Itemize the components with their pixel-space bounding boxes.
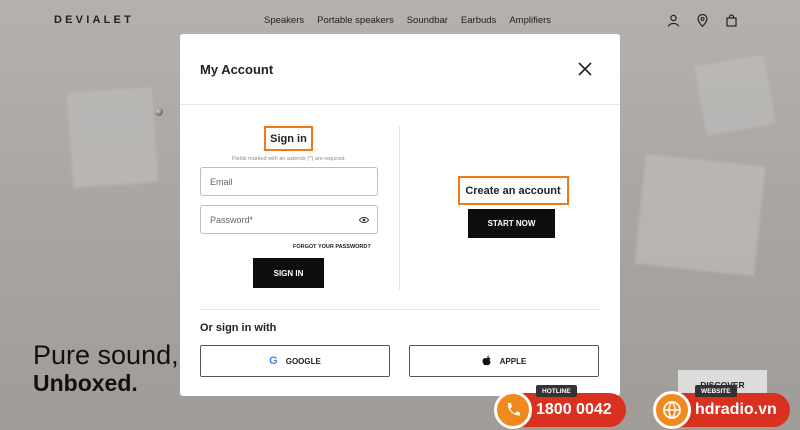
hotline-number: 1800 0042 (536, 401, 612, 418)
hero-headline: Pure sound, (33, 340, 179, 370)
forgot-password-link[interactable]: FORGOT YOUR PASSWORD? (293, 244, 371, 250)
phone-icon (494, 391, 532, 429)
start-now-button[interactable]: START NOW (468, 209, 555, 238)
nav-link-earbuds[interactable]: Earbuds (461, 15, 496, 26)
website-tag: WEBSITE (695, 385, 737, 397)
email-field[interactable]: Email (200, 167, 378, 196)
create-account-heading: Create an account (465, 184, 561, 197)
email-placeholder: Email (210, 176, 233, 187)
nav-link-soundbar[interactable]: Soundbar (407, 15, 448, 26)
header-divider (180, 104, 620, 105)
password-placeholder: Password* (210, 214, 254, 225)
website-url: hdradio.vn (695, 401, 777, 418)
nav-link-portable-speakers[interactable]: Portable speakers (317, 15, 394, 26)
close-icon[interactable] (578, 62, 592, 76)
account-modal: My Account Sign in Fields marked with an… (180, 34, 620, 396)
eye-icon[interactable] (358, 216, 370, 224)
nav-link-amplifiers[interactable]: Amplifiers (509, 15, 551, 26)
devialet-logo[interactable]: DEVIALET (54, 14, 134, 26)
website-banner: WEBSITE hdradio.vn (653, 385, 790, 429)
social-signin-heading: Or sign in with (200, 322, 277, 334)
nav-icons (667, 13, 738, 28)
google-icon: G (269, 355, 278, 367)
location-pin-icon[interactable] (696, 13, 709, 28)
sign-in-button[interactable]: SIGN IN (253, 258, 324, 288)
hero-subheadline: Unboxed. (33, 370, 138, 396)
google-label: GOOGLE (285, 356, 321, 366)
apple-signin-button[interactable]: APPLE (409, 345, 599, 377)
apple-icon (482, 355, 492, 367)
required-fields-note: Fields marked with an asterisk (*) are r… (231, 156, 346, 162)
nav-links: Speakers Portable speakers Soundbar Earb… (264, 15, 551, 26)
sign-in-heading: Sign in (270, 132, 307, 145)
hotline-banner: HOTLINE 1800 0042 (494, 385, 626, 429)
nav-link-speakers[interactable]: Speakers (264, 15, 304, 26)
hotline-tag: HOTLINE (536, 385, 577, 397)
user-icon[interactable] (667, 14, 680, 27)
bag-icon[interactable] (725, 14, 738, 27)
google-signin-button[interactable]: G GOOGLE (200, 345, 390, 377)
modal-title: My Account (200, 62, 274, 77)
password-field[interactable]: Password* (200, 205, 378, 234)
globe-icon (653, 391, 691, 429)
section-divider (200, 309, 600, 310)
apple-label: APPLE (499, 356, 527, 366)
column-divider (399, 126, 400, 290)
